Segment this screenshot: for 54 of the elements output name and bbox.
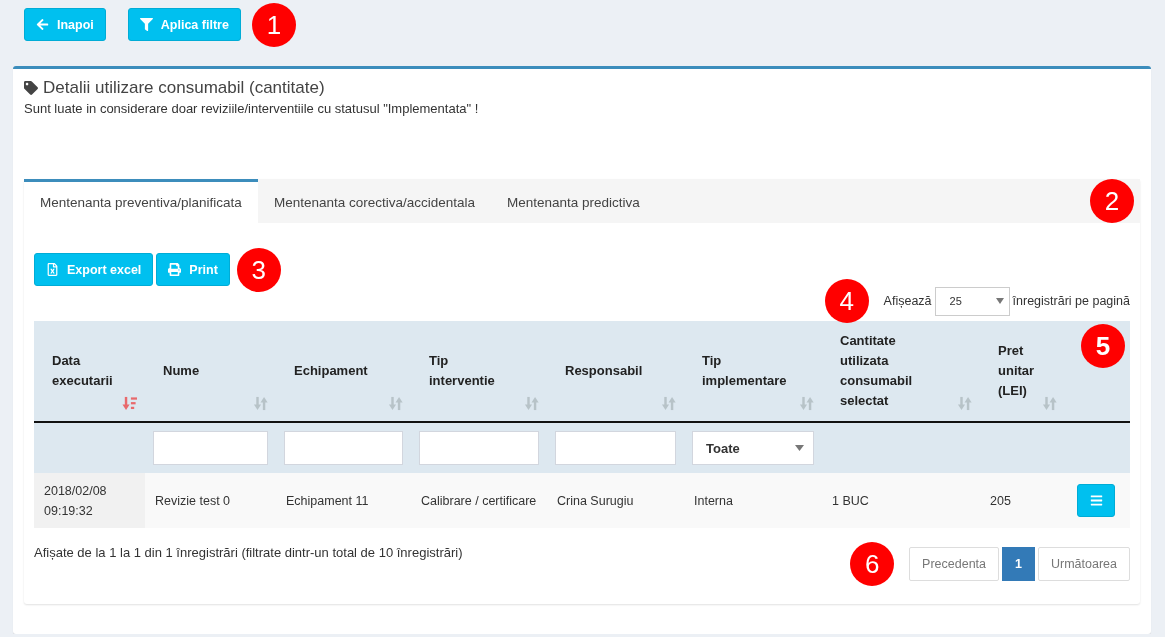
sort-icon[interactable] xyxy=(957,396,972,411)
column-header: Nume xyxy=(163,362,200,380)
table-cell: Revizie test 0 xyxy=(145,473,276,528)
table-cell: Interna xyxy=(684,473,822,528)
tab[interactable]: Mentenanta predictiva xyxy=(491,179,656,223)
sort-icon[interactable] xyxy=(388,396,403,411)
callout-number: 6 xyxy=(850,542,895,586)
sort-icon[interactable] xyxy=(799,396,814,411)
filter-input[interactable] xyxy=(284,431,403,465)
sort-icon[interactable] xyxy=(661,396,676,411)
column-header: Tip implementare xyxy=(702,352,788,390)
column-header: Echipament xyxy=(294,362,368,380)
table-info: Afișate de la 1 la 1 din 1 înregistrări (filtrate dintr-un total de 10 înregistrări) xyxy=(34,545,463,561)
tab[interactable]: Mentenanta preventiva/planificata xyxy=(24,179,258,223)
column-header: Tip interventie xyxy=(429,352,496,390)
page-number-button[interactable]: 1 xyxy=(1002,547,1035,581)
callout-number: 5 xyxy=(1081,324,1125,368)
caret-icon xyxy=(995,298,1004,304)
table-cell: Echipament 11 xyxy=(276,473,411,528)
page-length-label: Afișează xyxy=(883,294,932,308)
filter-icon xyxy=(139,18,153,31)
page-length-label: înregistrări pe pagină xyxy=(1012,294,1130,308)
filter-select[interactable]: Toate xyxy=(692,431,814,465)
column-header: Responsabil xyxy=(565,362,643,380)
callout-number: 1 xyxy=(251,2,296,47)
table-cell: 2018/02/08 09:19:32 xyxy=(34,473,145,528)
sort-descending-icon[interactable] xyxy=(122,396,137,411)
callout-number: 3 xyxy=(236,247,281,292)
page-length-select[interactable]: 25 xyxy=(934,286,1010,316)
filter-input[interactable] xyxy=(419,431,539,465)
menu-icon xyxy=(1089,494,1103,507)
caret-icon xyxy=(795,445,804,451)
table-cell: 205 xyxy=(980,473,1065,528)
callout-number: 2 xyxy=(1090,179,1134,223)
arrow-left-icon xyxy=(36,18,49,31)
printer-icon xyxy=(168,263,182,276)
tag-icon xyxy=(24,81,38,95)
filter-input[interactable] xyxy=(555,431,676,465)
column-header: Data executarii xyxy=(52,352,114,390)
menu-button[interactable] xyxy=(1077,484,1115,517)
table-cell: 1 BUC xyxy=(822,473,980,528)
box-title: Detalii utilizare consumabil (cantitate) xyxy=(43,78,325,98)
filter-input[interactable] xyxy=(153,431,268,465)
sort-icon[interactable] xyxy=(524,396,539,411)
sort-icon[interactable] xyxy=(253,396,268,411)
table-cell: Calibrare / certificare xyxy=(411,473,547,528)
column-header: Pret unitar (LEI) xyxy=(998,342,1036,400)
info-note: Sunt luate in considerare doar reviziile/interventiile cu statusul "Implementata" ! xyxy=(24,101,480,117)
tab[interactable]: Mentenanta corectiva/accidentala xyxy=(257,179,491,223)
callout-number: 4 xyxy=(824,279,869,323)
table-cell: Crina Surugiu xyxy=(547,473,684,528)
excel-file-icon xyxy=(46,263,59,276)
sort-icon[interactable] xyxy=(1042,396,1057,411)
column-header: Cantitate utilizata consumabil selectat xyxy=(840,332,914,410)
